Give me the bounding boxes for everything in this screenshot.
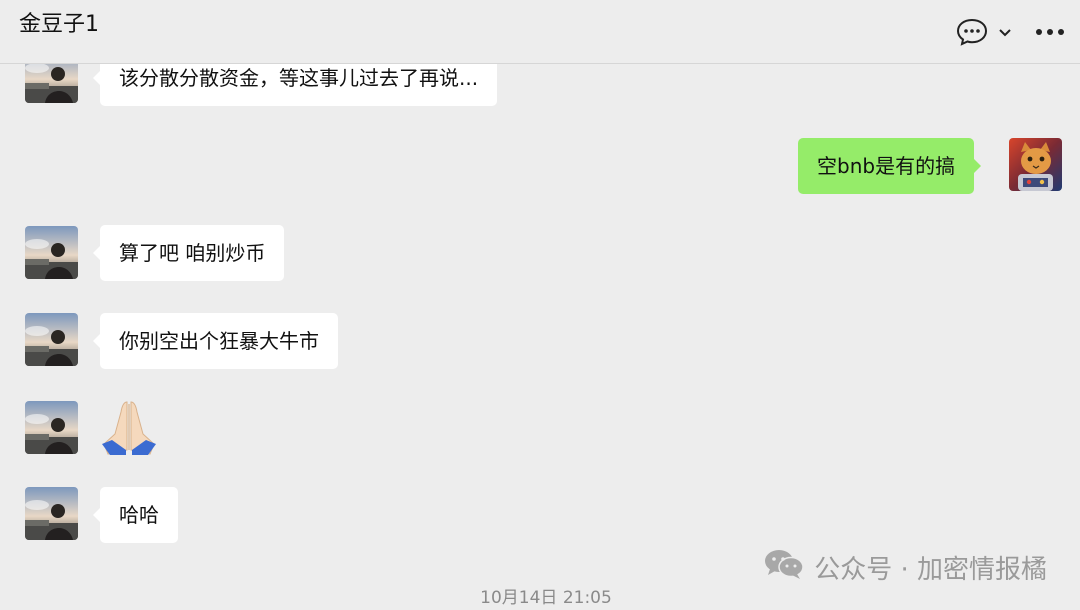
chat-header: 金豆子1 [0, 0, 1080, 64]
chat-title: 金豆子1 [19, 12, 99, 37]
message-timestamp: 10月14日 21:05 [480, 588, 612, 608]
more-icon[interactable] [1032, 16, 1068, 48]
watermark-text: 公众号 · 加密情报橘 [814, 555, 1047, 585]
contact-avatar[interactable] [25, 487, 78, 540]
chevron-down-icon[interactable] [992, 16, 1018, 48]
watermark: 公众号 · 加密情报橘 [764, 548, 1047, 587]
message-bubble: 哈哈 [93, 487, 178, 543]
message-row: 哈哈 [0, 0, 1080, 550]
header-actions [954, 16, 1068, 48]
chat-bubble-icon[interactable] [954, 16, 990, 48]
wechat-icon [764, 548, 804, 587]
chat-area: 该分散分散资金，等这事儿过去了再说... 空bnb是有的搞 算了吧 咱别炒币 你… [0, 0, 1080, 610]
